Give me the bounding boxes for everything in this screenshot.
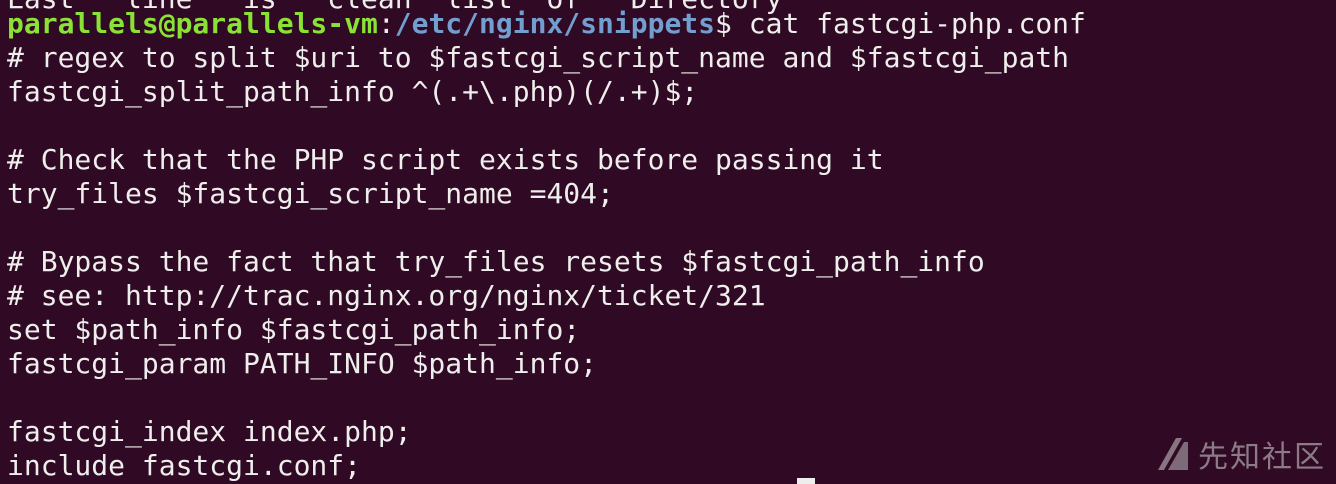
prompt-symbol: $: [715, 7, 732, 40]
prompt-user-host: parallels@parallels-vm: [7, 7, 378, 40]
output-line: # see: http://trac.nginx.org/nginx/ticke…: [7, 279, 766, 312]
output-line: include fastcgi.conf;: [7, 449, 362, 482]
output-line: # Check that the PHP script exists befor…: [7, 143, 884, 176]
prompt-separator: :: [377, 7, 395, 40]
terminal-cursor: [797, 478, 815, 484]
output-line: try_files $fastcgi_script_name =404;: [7, 177, 614, 210]
output-line: # regex to split $uri to $fastcgi_script…: [7, 41, 1070, 74]
output-line: fastcgi_split_path_info ^(.+\.php)(/.+)$…: [7, 75, 699, 108]
output-line: fastcgi_param PATH_INFO $path_info;: [7, 347, 598, 380]
terminal-prompt-line: parallels@parallels-vm:/etc/nginx/snippe…: [7, 7, 1086, 41]
prompt-command: cat fastcgi-php.conf: [731, 7, 1086, 40]
xianzhi-logo-icon: [1156, 436, 1190, 472]
terminal-window[interactable]: Last line is clean list of Directory par…: [0, 0, 1336, 484]
output-line: set $path_info $fastcgi_path_info;: [7, 313, 581, 346]
watermark: 先知社区: [1156, 432, 1326, 476]
output-line: fastcgi_index index.php;: [7, 415, 412, 448]
output-line: # Bypass the fact that try_files resets …: [7, 245, 985, 278]
prompt-path: /etc/nginx/snippets: [394, 7, 716, 40]
watermark-text: 先知社区: [1198, 440, 1326, 475]
